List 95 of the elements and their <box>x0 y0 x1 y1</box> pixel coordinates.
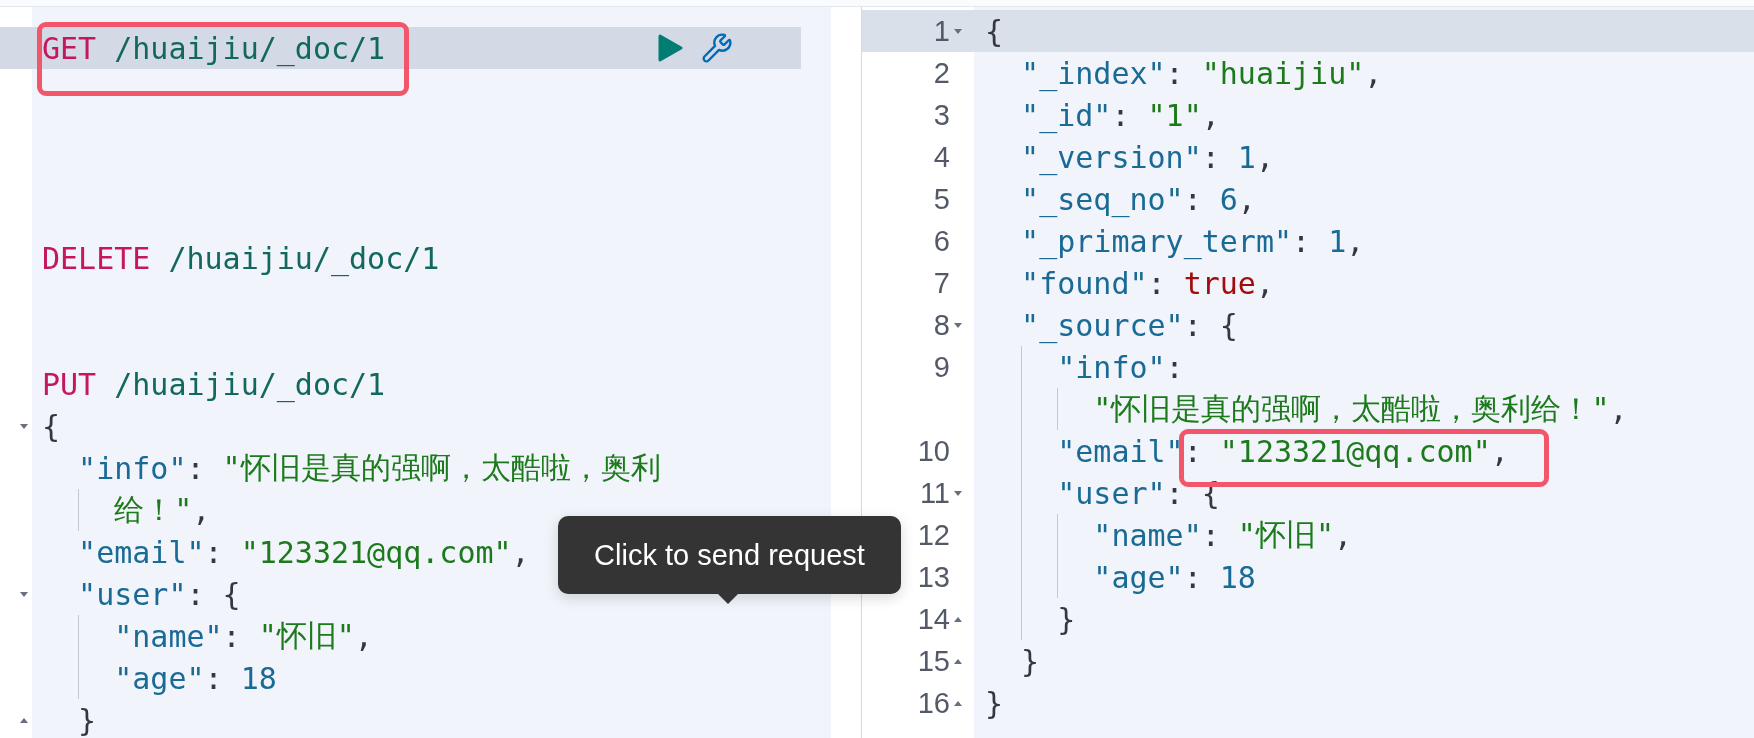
code-punct: : <box>1292 223 1312 259</box>
line-number: 11 <box>919 476 950 510</box>
line-number: 7 <box>933 266 950 300</box>
code-number: 18 <box>1219 559 1256 595</box>
code-punct: : <box>1165 349 1184 385</box>
line-number: 1 <box>933 14 950 48</box>
code-url: /huaijiu/_doc/1 <box>114 366 386 402</box>
code-key: "_source" <box>1021 307 1184 343</box>
code-punct: , <box>1255 265 1274 301</box>
line-number: 9 <box>933 350 950 384</box>
code-key: "user" <box>1057 475 1166 511</box>
code-method: PUT <box>42 366 97 402</box>
code-punct: : <box>186 450 206 486</box>
line-number: 3 <box>933 98 950 132</box>
line-number: 12 <box>917 518 950 552</box>
code-string: "怀旧" <box>1237 515 1334 554</box>
code-key: "_seq_no" <box>1021 181 1184 217</box>
code-punct: } <box>1021 643 1040 679</box>
code-punct: : <box>1111 97 1131 133</box>
code-punct: : <box>1201 139 1221 175</box>
code-url: /huaijiu/_doc/1 <box>168 240 440 276</box>
code-punct: , <box>1255 139 1274 175</box>
fold-caret-icon[interactable] <box>953 320 963 330</box>
code-key: "found" <box>1021 265 1148 301</box>
code-key: "email" <box>78 534 205 570</box>
code-punct: , <box>1490 433 1509 469</box>
code-punct: : <box>204 534 224 570</box>
code-number: 1 <box>1328 223 1347 259</box>
code-key: "user" <box>78 576 187 612</box>
code-string: "1" <box>1147 97 1202 133</box>
code-key: "age" <box>114 660 205 696</box>
code-punct: , <box>1609 391 1628 427</box>
line-number: 16 <box>917 686 950 720</box>
line-number: 2 <box>933 56 950 90</box>
line-number: 8 <box>933 308 950 342</box>
code-punct: : <box>1201 517 1221 553</box>
code-method: DELETE <box>42 240 151 276</box>
code-key: "_primary_term" <box>1021 223 1293 259</box>
code-key: "name" <box>114 618 223 654</box>
code-key: "_version" <box>1021 139 1202 175</box>
code-key: "info" <box>78 450 187 486</box>
code-punct: : { <box>1183 307 1238 343</box>
fold-caret-icon[interactable] <box>19 421 29 431</box>
code-number: 1 <box>1237 139 1256 175</box>
code-string: "怀旧是真的强啊，太酷啦，奥利 <box>222 448 661 487</box>
fold-caret-icon[interactable] <box>19 589 29 599</box>
code-punct: : <box>222 618 242 654</box>
code-punct: } <box>1057 601 1076 637</box>
code-key: "_id" <box>1021 97 1112 133</box>
code-punct: , <box>1237 181 1256 217</box>
code-string: "怀旧" <box>258 616 355 655</box>
code-number: 18 <box>240 660 277 696</box>
code-punct: : { <box>186 576 241 612</box>
code-punct: : <box>1165 55 1185 91</box>
line-number: 10 <box>917 434 950 468</box>
code-punct: , <box>1201 97 1220 133</box>
code-string: "123321@qq.com" <box>240 534 512 570</box>
line-number: 15 <box>917 644 950 678</box>
line-number: 6 <box>933 224 950 258</box>
code-punct: : <box>204 660 224 696</box>
code-punct: } <box>78 702 97 738</box>
code-url: /huaijiu/_doc/1 <box>114 30 386 66</box>
code-key: "name" <box>1093 517 1202 553</box>
line-number: 4 <box>933 140 950 174</box>
code-punct: , <box>511 534 530 570</box>
code-key: "info" <box>1057 349 1166 385</box>
fold-caret-icon[interactable] <box>953 488 963 498</box>
code-punct: , <box>1364 55 1383 91</box>
line-number: 13 <box>917 560 950 594</box>
code-punct: } <box>985 685 1004 721</box>
code-punct: : <box>1183 433 1203 469</box>
line-number: 14 <box>917 602 950 636</box>
code-punct: : <box>1183 559 1203 595</box>
code-string: 给！" <box>114 490 193 529</box>
code-method: GET <box>42 30 97 66</box>
code-key: "email" <box>1057 433 1184 469</box>
line-number: 5 <box>933 182 950 216</box>
code-string: "huaijiu" <box>1201 55 1365 91</box>
code-punct: , <box>1346 223 1365 259</box>
code-number: 6 <box>1219 181 1238 217</box>
wrench-icon[interactable] <box>701 32 733 64</box>
code-punct: { <box>985 13 1004 49</box>
code-punct: , <box>192 492 211 528</box>
code-punct: : <box>1183 181 1203 217</box>
code-punct: : <box>1147 265 1167 301</box>
code-key: "age" <box>1093 559 1184 595</box>
code-punct: , <box>1333 517 1352 553</box>
code-punct: { <box>42 408 61 444</box>
code-key: "_index" <box>1021 55 1166 91</box>
fold-caret-icon[interactable] <box>953 26 963 36</box>
play-icon[interactable] <box>657 34 683 62</box>
code-string: "123321@qq.com" <box>1219 433 1491 469</box>
code-boolean: true <box>1183 265 1256 301</box>
code-punct: , <box>354 618 373 654</box>
code-string: "怀旧是真的强啊，太酷啦，奥利给！" <box>1093 389 1610 428</box>
